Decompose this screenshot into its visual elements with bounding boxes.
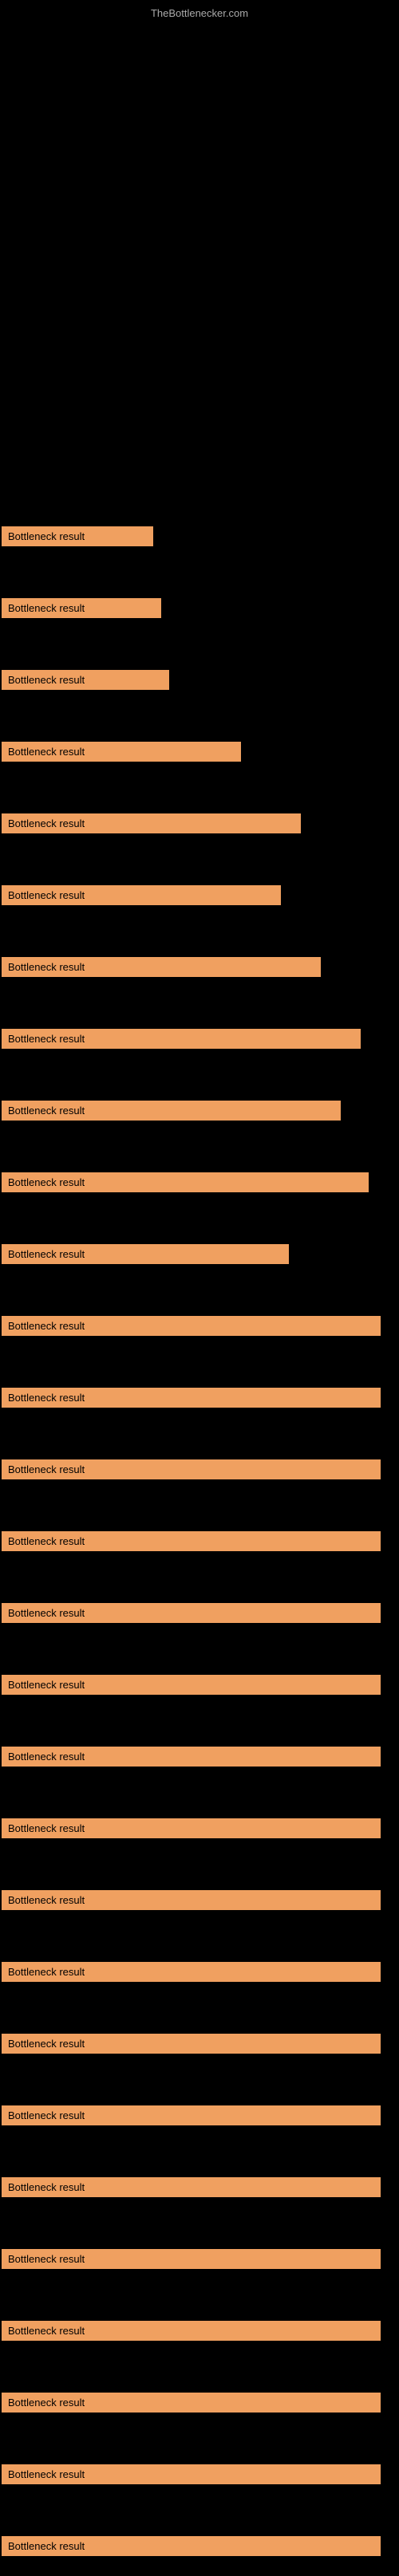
bottleneck-bar-27: Bottleneck result	[2, 2393, 381, 2413]
bottleneck-bar-4: Bottleneck result	[2, 742, 241, 762]
bottleneck-bar-2: Bottleneck result	[2, 598, 161, 618]
bottleneck-bar-7: Bottleneck result	[2, 957, 321, 977]
bottleneck-bar-24: Bottleneck result	[2, 2177, 381, 2197]
bottleneck-bar-23: Bottleneck result	[2, 2105, 381, 2125]
bottleneck-bar-22: Bottleneck result	[2, 2034, 381, 2054]
bottleneck-bar-26: Bottleneck result	[2, 2321, 381, 2341]
bottleneck-bar-8: Bottleneck result	[2, 1029, 361, 1049]
bottleneck-bar-9: Bottleneck result	[2, 1101, 341, 1121]
content-area: Bottleneck result Bottleneck result Bottle…	[0, 24, 399, 2576]
bottleneck-bar-16: Bottleneck result	[2, 1603, 381, 1623]
bottleneck-bar-12: Bottleneck result	[2, 1316, 381, 1336]
bottleneck-bar-3: Bottleneck result	[2, 670, 169, 690]
bottleneck-bar-1: Bottleneck result	[2, 526, 153, 546]
bottleneck-bar-14: Bottleneck result	[2, 1459, 381, 1479]
bottleneck-bar-15: Bottleneck result	[2, 1531, 381, 1551]
bottleneck-bar-29: Bottleneck result	[2, 2536, 381, 2556]
bottleneck-bar-11: Bottleneck result	[2, 1244, 289, 1264]
bottleneck-bar-5: Bottleneck result	[2, 813, 301, 833]
bottleneck-bar-25: Bottleneck result	[2, 2249, 381, 2269]
bottleneck-bar-19: Bottleneck result	[2, 1818, 381, 1838]
bottleneck-bar-10: Bottleneck result	[2, 1172, 369, 1192]
bottleneck-bar-17: Bottleneck result	[2, 1675, 381, 1695]
bottleneck-bar-18: Bottleneck result	[2, 1747, 381, 1767]
bottleneck-bar-20: Bottleneck result	[2, 1890, 381, 1910]
bottleneck-bar-6: Bottleneck result	[2, 885, 281, 905]
bottleneck-bar-21: Bottleneck result	[2, 1962, 381, 1982]
site-header: TheBottlenecker.com	[0, 0, 399, 24]
site-title: TheBottlenecker.com	[151, 7, 248, 19]
bottleneck-bar-28: Bottleneck result	[2, 2464, 381, 2484]
bottleneck-bar-13: Bottleneck result	[2, 1388, 381, 1408]
